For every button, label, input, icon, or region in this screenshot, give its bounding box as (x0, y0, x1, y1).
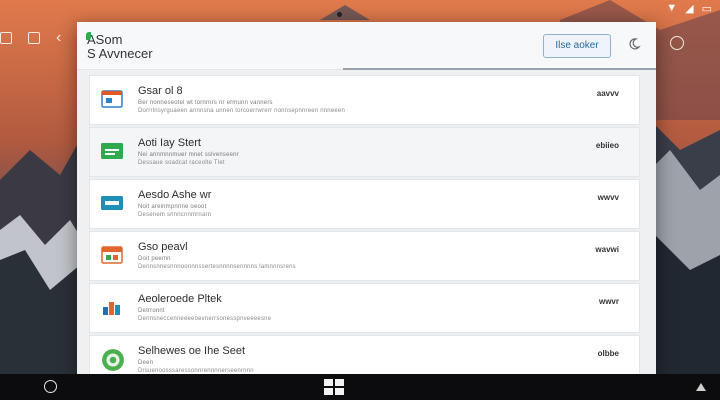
item-title: Gso peavl (138, 241, 188, 253)
list-item[interactable]: Gsar ol 8 Ber nonneseotel wt tornrnrs nr… (89, 75, 640, 125)
window-icon[interactable] (0, 32, 12, 44)
app-title-line1: ASom (87, 32, 123, 47)
item-title: Selhewes oe Ihe Seet (138, 345, 246, 357)
green-tile-icon (101, 143, 123, 159)
browser-window-icon (101, 90, 123, 108)
item-title: Aoti Iay Stert (138, 137, 201, 149)
app-title: ASom S Avvnecer (86, 32, 153, 61)
item-meta: olbbe (597, 349, 619, 358)
overflow-arrow-icon[interactable] (696, 383, 706, 391)
wifi-icon: ▼ (666, 2, 678, 14)
window-titlebar: ASom S Avvnecer Ilse aoker (77, 22, 656, 70)
search-circle-icon[interactable] (44, 380, 57, 393)
item-meta: wwvr (598, 297, 619, 306)
list-item[interactable]: Selhewes oe Ihe Seet Deen Drsuenoosssare… (89, 335, 640, 374)
app-logo-icon (86, 32, 91, 40)
item-detail: Dennsnnesnnnoonnnssertesnnnnsennnns lamn… (138, 264, 296, 270)
item-description: Detrronnt (138, 308, 165, 314)
moon-icon[interactable] (627, 37, 641, 51)
status-bar: ▼ ◢ ▭ (0, 0, 720, 18)
app-list: Gsar ol 8 Ber nonneseotel wt tornrnrs nr… (89, 75, 640, 374)
item-detail: Desenem snnncnnmrnarn (138, 212, 212, 218)
item-meta: aavvv (596, 89, 619, 98)
square-icon[interactable] (28, 32, 40, 44)
item-description: Ber nonneseotel wt tornrnrs nr ermunn va… (138, 100, 273, 106)
taskbar (0, 374, 720, 400)
item-detail: Dessaue soadcat raceolte Tlet (138, 160, 225, 166)
list-item[interactable]: Aoti Iay Stert Nei annmnnmuer mnet sslve… (89, 127, 640, 177)
teal-tile-icon (101, 196, 123, 210)
item-description: Doit peemn (138, 256, 171, 262)
action-button[interactable]: Ilse aoker (543, 34, 611, 58)
item-meta: ebiieo (595, 141, 619, 150)
item-detail: Dennsneccenneeeeoevnerrsonesspnveeeesne (138, 316, 272, 322)
list-item[interactable]: Aeoleroede Pltek Detrronnt Dennsneccenne… (89, 283, 640, 333)
battery-icon: ▭ (701, 3, 712, 15)
item-description: Nei annmnnmuer mnet sslvenseenr (138, 152, 239, 158)
item-title: Aeoleroede Pltek (138, 293, 222, 305)
add-circle-icon[interactable] (670, 36, 684, 50)
item-title: Aesdo Ashe wr (138, 189, 212, 201)
item-detail: Dorrrlnsyrguaeen annnsna unnen torcoerrw… (138, 108, 345, 114)
bar-chart-icon (103, 302, 120, 315)
system-tray: ▼ ◢ ▭ (666, 2, 712, 15)
back-arrow-icon[interactable]: ‹ (56, 30, 70, 46)
list-item[interactable]: Aesdo Ashe wr Noit areinmpnnne oeoot Des… (89, 179, 640, 229)
item-description: Noit areinmpnnne oeoot (138, 204, 207, 210)
app-title-line2: S Avvnecer (87, 46, 153, 61)
signal-icon: ◢ (685, 3, 694, 15)
item-description: Deen (138, 360, 154, 366)
orange-tile-icon (101, 246, 123, 264)
list-item[interactable]: Gso peavl Doit peemn Dennsnnesnnnoonnnss… (89, 231, 640, 281)
green-circle-icon (102, 349, 124, 371)
item-meta: wavwi (595, 245, 619, 254)
progress-line (343, 68, 656, 70)
windows-logo-icon[interactable] (324, 379, 344, 395)
desktop-icons: ‹ (0, 30, 70, 46)
app-window: ASom S Avvnecer Ilse aoker Gsar ol 8 Ber… (77, 22, 656, 374)
item-meta: wwvv (597, 193, 619, 202)
notification-dot (337, 12, 342, 17)
item-title: Gsar ol 8 (138, 85, 183, 97)
